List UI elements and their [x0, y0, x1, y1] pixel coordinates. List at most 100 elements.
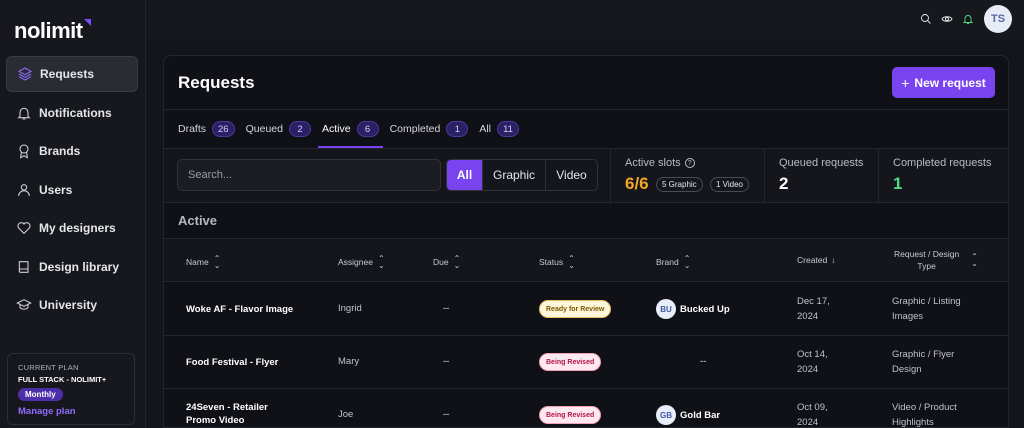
tab-count: 1 — [446, 121, 469, 137]
page-title: Requests — [178, 73, 255, 92]
sort-icon: ⌃ ⌄ — [453, 254, 461, 270]
section-title: Active — [178, 213, 218, 228]
created-date: Oct 09, 2024 — [797, 400, 828, 428]
sidebar-item-requests[interactable]: Requests — [6, 56, 138, 92]
tab-count: 2 — [288, 121, 311, 137]
sidebar-item-brands[interactable]: Brands — [6, 133, 138, 169]
table-row[interactable]: Woke AF - Flavor Image Ingrid -- Ready f… — [164, 283, 1008, 336]
column-header-type[interactable]: Request / Design Type ⌃ ⌄ — [894, 248, 978, 272]
request-name-line1: 24Seven - Retailer — [186, 402, 268, 413]
queued-requests-value: 2 — [779, 174, 789, 193]
eye-icon[interactable] — [939, 11, 955, 27]
award-icon — [16, 143, 32, 159]
book-icon — [16, 259, 32, 275]
plus-icon: + — [901, 74, 910, 91]
tab-label: Completed — [389, 123, 441, 135]
logo[interactable]: nolimit — [14, 18, 91, 44]
brand-cell: BU Bucked Up — [656, 299, 730, 319]
column-label: Assignee — [338, 257, 373, 267]
plan-name: FULL STACK - NOLIMIT+ — [18, 375, 107, 384]
tab-count: 26 — [212, 121, 235, 137]
sidebar-item-label: Requests — [40, 67, 95, 81]
notification-bell-icon[interactable] — [960, 11, 976, 27]
sort-desc-icon: ↓ — [831, 255, 836, 265]
filter-graphic-button[interactable]: Graphic — [483, 160, 546, 190]
tab-label: Drafts — [178, 123, 207, 135]
divider — [764, 149, 765, 204]
request-name[interactable]: Food Festival - Flyer — [186, 356, 278, 369]
filter-video-button[interactable]: Video — [546, 160, 597, 190]
logo-text: nolimit — [14, 18, 83, 43]
created-date-line1: Dec 17, — [797, 296, 830, 307]
column-header-name[interactable]: Name ⌃ ⌄ — [186, 255, 220, 270]
sidebar-item-notifications[interactable]: Notifications — [6, 95, 138, 131]
user-avatar[interactable]: TS — [984, 5, 1012, 33]
status-badge: Being Revised — [539, 353, 602, 371]
brand-avatar: GB — [656, 405, 676, 425]
request-type: Graphic / Listing Images — [892, 294, 961, 324]
bell-icon — [16, 105, 32, 121]
column-label: Created — [797, 255, 828, 265]
tab-label: Active — [321, 123, 351, 135]
request-name-line1: Food Festival - Flyer — [186, 357, 279, 368]
request-type-line1: Graphic / Flyer — [892, 349, 955, 360]
sidebar-item-users[interactable]: Users — [6, 172, 138, 208]
column-header-status[interactable]: Status ⌃ ⌄ — [539, 255, 575, 270]
search-input[interactable] — [177, 159, 441, 191]
column-header-due[interactable]: Due ⌃ ⌄ — [433, 254, 461, 270]
column-header-assignee[interactable]: Assignee ⌃ ⌄ — [338, 254, 385, 270]
tab-active[interactable]: Active 6 — [317, 110, 383, 148]
request-type: Graphic / Flyer Design — [892, 347, 954, 377]
table-row[interactable]: Food Festival - Flyer Mary -- Being Revi… — [164, 336, 1008, 389]
column-header-created[interactable]: Created ↓ — [797, 255, 836, 265]
sidebar-item-my-designers[interactable]: My designers — [6, 210, 138, 246]
request-name[interactable]: 24Seven - Retailer Promo Video — [186, 401, 268, 427]
request-type-line2: Images — [892, 311, 924, 322]
tab-completed[interactable]: Completed 1 — [390, 110, 469, 148]
sidebar-item-label: Brands — [39, 144, 81, 158]
sort-icon: ⌃ ⌄ — [683, 254, 691, 270]
new-request-button[interactable]: + New request — [892, 67, 995, 98]
request-type-line2: Design — [892, 364, 922, 375]
column-header-brand[interactable]: Brand ⌃ ⌄ — [656, 254, 691, 270]
sidebar-item-label: Users — [39, 182, 73, 197]
topbar-actions: TS — [913, 5, 1012, 33]
tab-all[interactable]: All 11 — [479, 110, 520, 148]
sidebar-item-design-library[interactable]: Design library — [6, 249, 138, 285]
search-icon[interactable] — [918, 11, 934, 27]
brand-avatar: BU — [656, 299, 676, 319]
created-date: Oct 14, 2024 — [797, 347, 828, 377]
new-request-label: New request — [914, 75, 986, 90]
column-label: Due — [433, 257, 449, 267]
sidebar-item-university[interactable]: University — [6, 287, 138, 323]
sort-icon: ⌃ ⌄ — [377, 254, 385, 270]
plan-caption: CURRENT PLAN — [18, 363, 79, 372]
request-name[interactable]: Woke AF - Flavor Image — [186, 303, 293, 316]
filter-all-button[interactable]: All — [447, 160, 483, 190]
sidebar-item-label: My designers — [39, 221, 116, 235]
tab-drafts[interactable]: Drafts 26 — [178, 110, 235, 148]
created-date-line2: 2024 — [797, 311, 819, 322]
video-slots-pill: 1 Video — [710, 177, 749, 192]
table-row[interactable]: 24Seven - Retailer Promo Video Joe -- Be… — [164, 389, 1008, 428]
tab-queued[interactable]: Queued 2 — [246, 110, 311, 148]
tab-label: All — [479, 123, 492, 135]
current-plan-card: CURRENT PLAN FULL STACK - NOLIMIT+ Month… — [7, 353, 135, 425]
created-date-line2: 2024 — [797, 364, 819, 375]
queued-requests-label: Queued requests — [779, 157, 864, 169]
divider — [610, 149, 611, 204]
brand-name: Bucked Up — [680, 303, 730, 315]
tab-count: 6 — [356, 121, 379, 137]
created-date-line1: Oct 09, — [797, 402, 828, 413]
request-type-line1: Graphic / Listing — [892, 296, 961, 307]
manage-plan-link[interactable]: Manage plan — [18, 406, 124, 417]
help-icon[interactable]: ? — [684, 158, 695, 168]
status-badge: Being Revised — [539, 406, 602, 424]
divider — [878, 149, 879, 204]
column-label: Brand — [656, 257, 679, 267]
topbar: TS — [147, 0, 1024, 40]
sidebar-nav: Requests Notifications Brands Users My d… — [6, 56, 138, 326]
brand-name: -- — [700, 356, 707, 367]
created-date-line2: 2024 — [797, 417, 819, 428]
request-type-line1: Video / Product — [892, 402, 957, 413]
